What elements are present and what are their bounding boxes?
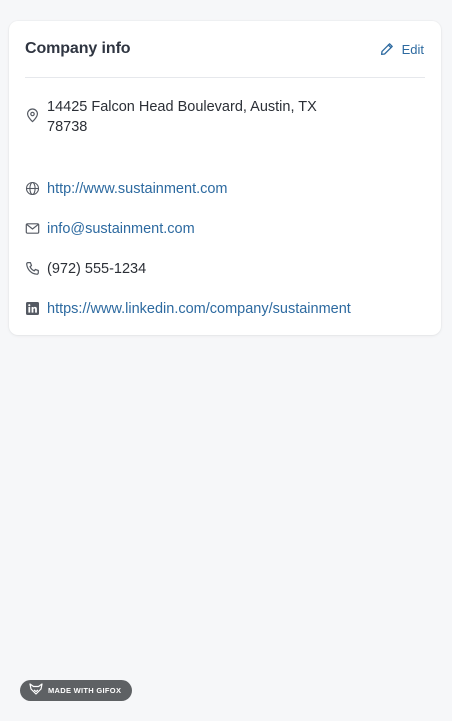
- made-with-gifox-badge[interactable]: MADE WITH GIFOX: [20, 680, 132, 701]
- map-pin-icon: [25, 108, 40, 123]
- phone-row: (972) 555-1234: [25, 259, 146, 279]
- linkedin-row: https://www.linkedin.com/company/sustain…: [25, 299, 351, 319]
- phone-text: (972) 555-1234: [47, 261, 147, 277]
- badge-label: MADE WITH GIFOX: [48, 686, 122, 695]
- address-row: 14425 Falcon Head Boulevard, Austin, TX …: [25, 97, 317, 137]
- website-link[interactable]: http://www.sustainment.com: [47, 179, 228, 199]
- address-line-2: 78738: [47, 119, 88, 135]
- linkedin-link[interactable]: https://www.linkedin.com/company/sustain…: [47, 299, 351, 319]
- email-row: info@sustainment.com: [25, 219, 195, 239]
- edit-label: Edit: [401, 41, 424, 57]
- fox-icon: [29, 682, 43, 700]
- edit-button[interactable]: Edit: [380, 42, 424, 57]
- pencil-icon: [380, 42, 394, 56]
- phone-icon: [25, 261, 40, 276]
- card-header: Company info Edit: [25, 21, 425, 78]
- linkedin-icon: [25, 301, 40, 316]
- company-info-card: Company info Edit 14425 Falcon Head Boul…: [9, 21, 441, 335]
- email-link[interactable]: info@sustainment.com: [47, 219, 195, 239]
- mail-icon: [25, 221, 40, 236]
- card-title: Company info: [25, 40, 131, 57]
- website-row: http://www.sustainment.com: [25, 179, 228, 199]
- address-line-1: 14425 Falcon Head Boulevard, Austin, TX: [47, 99, 317, 115]
- globe-icon: [25, 181, 40, 196]
- address-text: 14425 Falcon Head Boulevard, Austin, TX …: [47, 97, 317, 137]
